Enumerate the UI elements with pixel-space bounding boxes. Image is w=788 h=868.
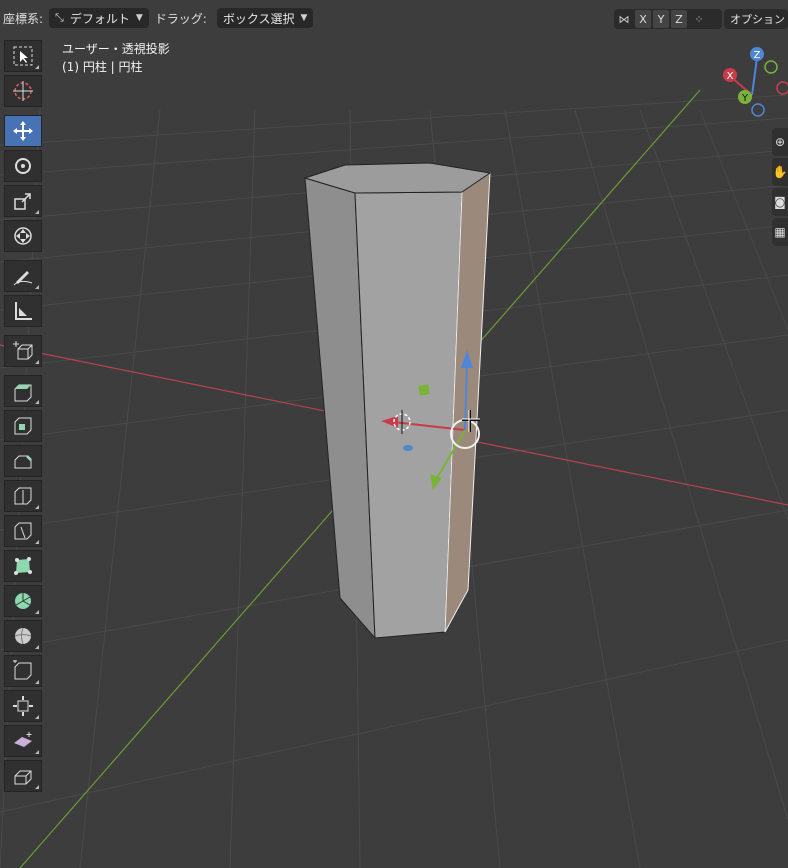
add-cube-icon[interactable] [4,335,42,367]
rotate-icon[interactable] [4,150,42,182]
smooth-icon[interactable] [4,620,42,652]
orientation-icon: ⤡ [55,11,64,24]
butterfly-mirror-icon[interactable]: ⋈ [614,13,634,26]
zoom-icon[interactable]: ⊕ [772,128,788,156]
options-button[interactable]: オプション [724,9,788,29]
loop-cut-icon[interactable] [4,480,42,512]
scale-icon[interactable] [4,185,42,217]
extrude-region-icon[interactable] [4,375,42,407]
object-info: (1) 円柱 | 円柱 [62,60,143,74]
select-box-icon[interactable] [4,40,42,72]
pan-hand-icon[interactable]: ✋ [772,158,788,186]
coordinate-system-label: 座標系: [3,11,44,26]
mirror-axis-group: ⋈ X Y Z ⁘ [614,9,722,29]
drag-action-value: ボックス選択 [222,11,295,26]
move-icon[interactable] [4,115,42,147]
view-name: ユーザー・透視投影 [62,42,170,56]
mirror-z-toggle[interactable]: Z [671,10,687,28]
options-label: オプション [730,13,785,26]
gizmo-y-label: Y [741,93,749,104]
rip-region-icon[interactable] [4,760,42,792]
gizmo-x-label: X [727,71,734,82]
mirror-x-toggle[interactable]: X [635,10,651,28]
mirror-y-toggle[interactable]: Y [653,10,669,28]
camera-icon[interactable]: ◙ [772,188,788,216]
shrink-fatten-icon[interactable] [4,690,42,722]
coordinate-system-value: デフォルト [69,11,130,26]
perspective-grid-icon[interactable]: ▦ [772,218,788,246]
chevron-down-icon: ▼ [135,13,143,23]
gizmo-z-label: Z [754,50,761,61]
annotate-icon[interactable] [4,260,42,292]
drag-action-dropdown[interactable]: ボックス選択 ▼ [216,8,314,28]
spin-icon[interactable] [4,585,42,617]
transform-icon[interactable] [4,220,42,252]
knife-icon[interactable] [4,515,42,547]
measure-icon[interactable] [4,295,42,327]
cursor-icon[interactable] [4,75,42,107]
shear-icon[interactable] [4,725,42,757]
bevel-icon[interactable] [4,445,42,477]
inset-faces-icon[interactable] [4,410,42,442]
snap-icon[interactable]: ⁘ [688,13,710,26]
drag-label: ドラッグ: [154,11,207,26]
chevron-down-icon: ▼ [300,13,308,23]
poly-build-icon[interactable] [4,550,42,582]
edge-slide-icon[interactable] [4,655,42,687]
coordinate-system-dropdown[interactable]: ⤡ デフォルト ▼ [49,8,149,28]
3d-viewport[interactable]: Z X Y [0,0,788,868]
